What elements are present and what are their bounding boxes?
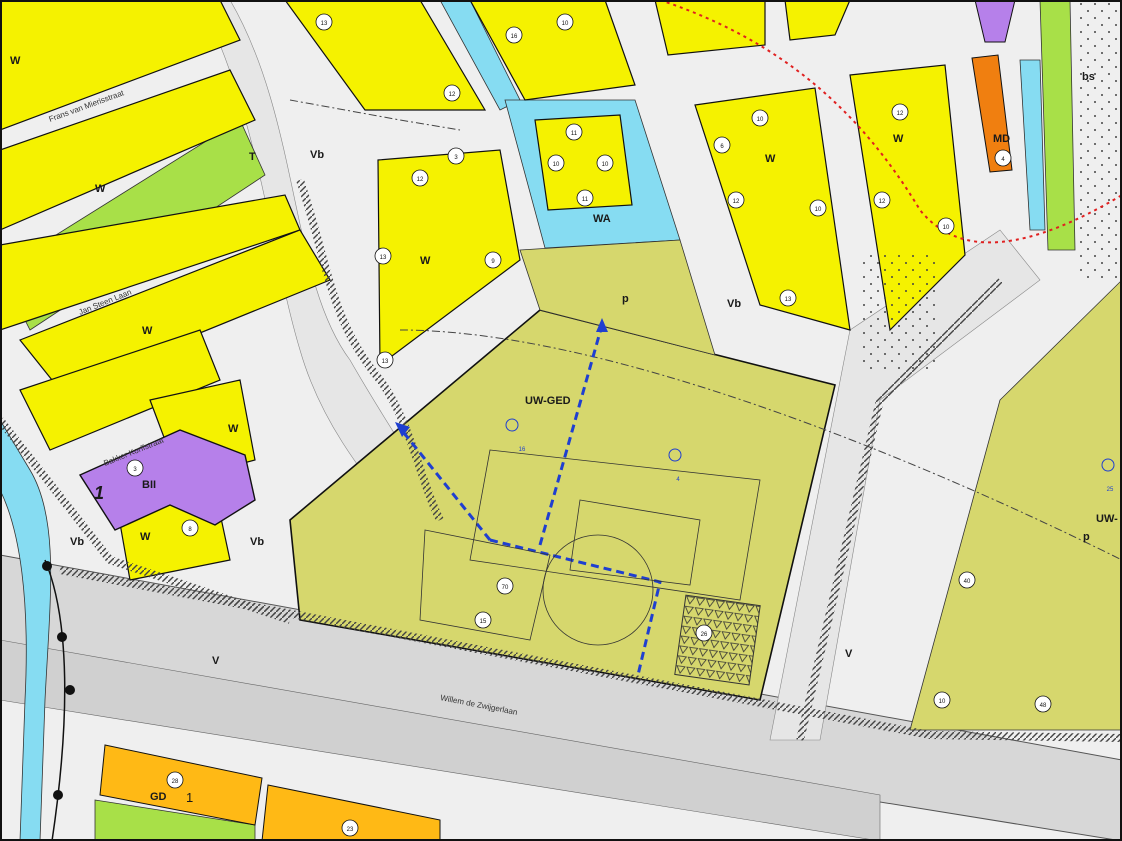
- height-label: 13: [382, 359, 389, 365]
- height-label: 12: [449, 92, 456, 98]
- height-label: 12: [897, 111, 904, 117]
- zone-label-uw: UW-: [1096, 513, 1118, 525]
- zone-label-v: V: [845, 648, 853, 660]
- zone-label-t: T: [249, 151, 256, 163]
- height-label: 10: [815, 207, 822, 213]
- height-label: 28: [172, 779, 179, 785]
- height-label: 10: [939, 699, 946, 705]
- blue-label-25: 25: [1107, 487, 1114, 493]
- height-label: 12: [417, 177, 424, 183]
- height-label: 40: [964, 579, 971, 585]
- height-label: 16: [511, 34, 518, 40]
- hatched-block: [674, 594, 761, 686]
- height-label: 26: [701, 632, 708, 638]
- height-label: 10: [943, 225, 950, 231]
- zone-label-bii-number: 1: [94, 483, 104, 503]
- zone-label-w: W: [893, 133, 904, 145]
- zone-label-w: W: [10, 55, 21, 67]
- zone-label-w: W: [420, 255, 431, 267]
- zone-label-w: W: [142, 325, 153, 337]
- zone-label-md: MD: [993, 133, 1010, 145]
- zoning-map[interactable]: 16 4 25 13 12 16 10 12 3 9 13 13 11 10 1…: [0, 0, 1122, 841]
- height-label: 11: [571, 131, 578, 137]
- height-label: 10: [602, 162, 609, 168]
- zone-label-w: W: [228, 423, 239, 435]
- height-label: 48: [1040, 703, 1047, 709]
- zone-label-gd: GD: [150, 791, 167, 803]
- height-label: 10: [757, 117, 764, 123]
- height-label: 70: [502, 585, 509, 591]
- zone-label-gd-number: 1: [186, 790, 193, 805]
- height-label: 13: [380, 255, 387, 261]
- zone-label-w: W: [765, 153, 776, 165]
- height-label: 10: [553, 162, 560, 168]
- zone-label-vb: Vb: [70, 536, 84, 548]
- zone-label-wa: WA: [593, 213, 611, 225]
- blue-label-16: 16: [519, 447, 526, 453]
- zone-label-vb: Vb: [310, 149, 324, 161]
- height-label: 12: [879, 199, 886, 205]
- zone-label-vb: Vb: [727, 298, 741, 310]
- zone-label-bii: BII: [142, 479, 156, 491]
- height-label: 12: [733, 199, 740, 205]
- zone-label-vb: Vb: [250, 536, 264, 548]
- zone-label-w: W: [95, 183, 106, 195]
- height-label: 13: [785, 297, 792, 303]
- zone-label-uw-ged: UW-GED: [525, 395, 571, 407]
- zone-label-p: p: [622, 293, 629, 305]
- zone-label-w: W: [140, 531, 151, 543]
- height-label: 13: [321, 21, 328, 27]
- dotted-verge-east: [1075, 0, 1122, 280]
- height-label: 10: [562, 21, 569, 27]
- zone-label-v: V: [212, 655, 220, 667]
- zone-label-bs: bs: [1082, 71, 1095, 83]
- height-label: 23: [347, 827, 354, 833]
- height-label: 15: [480, 619, 487, 625]
- height-label: 11: [582, 197, 589, 203]
- zone-label-p: p: [1083, 531, 1090, 543]
